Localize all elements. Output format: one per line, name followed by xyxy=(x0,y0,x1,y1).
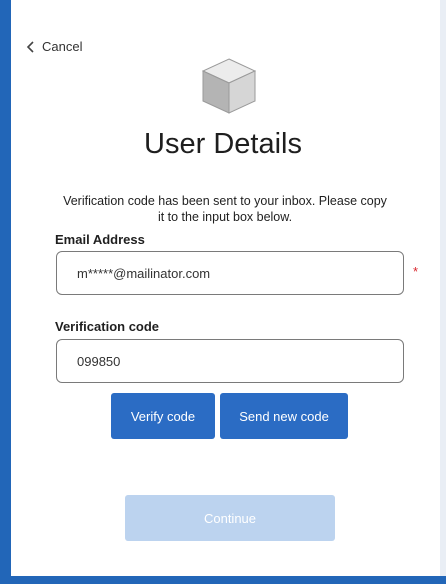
cancel-label: Cancel xyxy=(42,39,83,54)
required-indicator: * xyxy=(413,264,419,279)
verification-code-label: Verification code xyxy=(55,319,160,334)
email-label: Email Address xyxy=(55,232,145,247)
window-frame-bottom xyxy=(0,576,446,584)
verify-code-button[interactable]: Verify code xyxy=(111,393,215,439)
send-new-code-button[interactable]: Send new code xyxy=(220,393,348,439)
window-frame-right xyxy=(440,0,446,584)
chevron-left-icon xyxy=(26,40,34,53)
cube-icon xyxy=(201,58,257,114)
continue-button[interactable]: Continue xyxy=(125,495,335,541)
page-title: User Details xyxy=(144,128,302,160)
cancel-link[interactable]: Cancel xyxy=(26,39,82,54)
app-frame: Cancel User Details Verification code ha… xyxy=(0,0,446,584)
verification-info-text: Verification code has been sent to your … xyxy=(63,194,387,224)
email-field[interactable] xyxy=(56,251,404,295)
window-frame-left xyxy=(0,0,11,584)
verification-code-field[interactable] xyxy=(56,339,404,383)
